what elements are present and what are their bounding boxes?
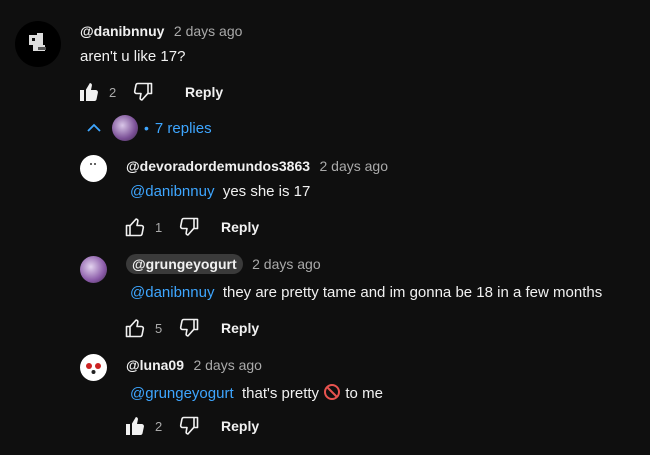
dislike-button[interactable] <box>177 316 201 340</box>
reply-author[interactable]: @luna09 <box>126 357 184 373</box>
like-button[interactable] <box>77 80 101 104</box>
reply-button[interactable]: Reply <box>185 84 223 100</box>
avatar[interactable] <box>80 354 107 381</box>
like-button[interactable] <box>123 414 147 438</box>
comment-header: @danibnnuy 2 days ago <box>80 23 242 41</box>
comment-text: aren't u like 17? <box>80 48 186 65</box>
reply-actions: 5 Reply <box>123 316 259 340</box>
reply-text: @grungeyogurt that's pretty to me <box>130 383 383 402</box>
comment-timestamp[interactable]: 2 days ago <box>174 23 243 39</box>
mention-link[interactable]: @danibnnuy <box>130 284 214 301</box>
comment-author[interactable]: @danibnnuy <box>80 23 164 39</box>
pixel-art-avatar-icon <box>29 33 46 51</box>
reply-actions: 1 Reply <box>123 215 259 239</box>
reply-button[interactable]: Reply <box>221 320 259 336</box>
reply-timestamp[interactable]: 2 days ago <box>193 357 262 373</box>
avatar-face-icon <box>90 163 96 165</box>
reply-author-creator-badge[interactable]: @grungeyogurt <box>126 254 243 274</box>
like-button[interactable] <box>123 316 147 340</box>
reply-text: @danibnnuy they are pretty tame and im g… <box>130 284 602 301</box>
like-button[interactable] <box>123 215 147 239</box>
reply-text: @danibnnuy yes she is 17 <box>130 183 310 200</box>
dislike-button[interactable] <box>177 414 201 438</box>
reply-timestamp[interactable]: 2 days ago <box>252 256 321 272</box>
comment-actions: 2 Reply <box>77 80 223 104</box>
reply-body-end: to me <box>345 385 383 402</box>
avatar[interactable] <box>15 21 61 67</box>
reply-header: @devoradordemundos3863 2 days ago <box>126 158 388 176</box>
mention-link[interactable]: @danibnnuy <box>130 183 214 200</box>
bullet-icon: • <box>144 120 149 136</box>
like-count: 1 <box>155 219 163 235</box>
reply-header: @grungeyogurt 2 days ago <box>126 254 321 274</box>
like-count: 2 <box>155 418 163 434</box>
reply-author[interactable]: @devoradordemundos3863 <box>126 158 310 174</box>
like-count: 2 <box>109 84 117 100</box>
reply-body: they are pretty tame and im gonna be 18 … <box>222 284 603 301</box>
prohibited-emoji-icon <box>324 384 341 400</box>
reply-actions: 2 Reply <box>123 414 259 438</box>
replies-toggle[interactable]: • 7 replies <box>84 115 212 141</box>
reply-body-start: that's pretty <box>241 385 320 402</box>
avatar[interactable] <box>80 256 107 283</box>
avatar-face-icon <box>86 363 101 374</box>
avatar[interactable] <box>80 155 107 182</box>
mention-link[interactable]: @grungeyogurt <box>130 385 234 402</box>
reply-body: yes she is 17 <box>222 183 311 200</box>
reply-button[interactable]: Reply <box>221 418 259 434</box>
like-count: 5 <box>155 320 163 336</box>
dislike-button[interactable] <box>177 215 201 239</box>
replies-link[interactable]: 7 replies <box>155 120 212 137</box>
replier-avatar <box>112 115 138 141</box>
reply-timestamp[interactable]: 2 days ago <box>320 158 389 174</box>
chevron-up-icon <box>87 123 101 132</box>
reply-button[interactable]: Reply <box>221 219 259 235</box>
dislike-button[interactable] <box>131 80 155 104</box>
reply-header: @luna09 2 days ago <box>126 357 262 375</box>
